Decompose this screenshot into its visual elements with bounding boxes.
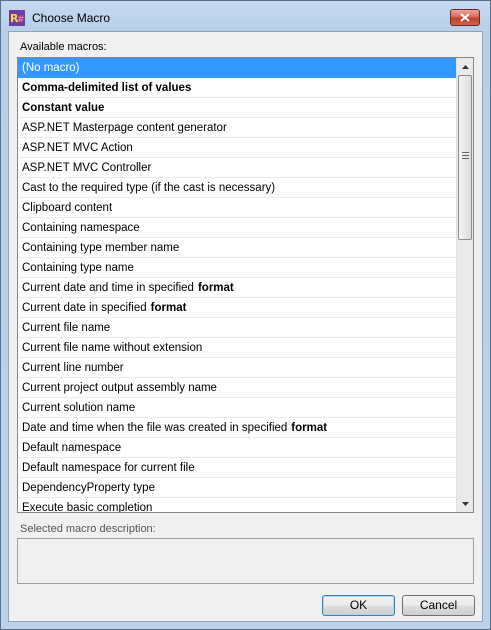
macro-format-keyword: format [197, 282, 234, 294]
macro-label: Current solution name [22, 402, 136, 414]
macro-list-item[interactable]: Containing type member name [18, 238, 456, 258]
macro-label: Current date in specified [22, 302, 147, 314]
macro-label: Execute basic completion [22, 502, 153, 513]
macro-list-item[interactable]: DependencyProperty type [18, 478, 456, 498]
macro-label: ASP.NET Masterpage content generator [22, 122, 227, 134]
chevron-up-icon [461, 64, 469, 69]
ok-button[interactable]: OK [322, 595, 395, 616]
macro-format-keyword: format [150, 302, 187, 314]
scrollbar-thumb[interactable] [458, 75, 472, 240]
macro-label: Clipboard content [22, 202, 113, 214]
macro-format-keyword: format [291, 422, 328, 434]
macro-label: Current date and time in specified [22, 282, 194, 294]
macro-list[interactable]: (No macro) Comma-delimited list of values… [18, 58, 456, 513]
close-icon [460, 13, 470, 22]
title-bar[interactable]: R # Choose Macro [1, 1, 490, 31]
macro-label: ASP.NET MVC Action [22, 142, 133, 154]
macro-label: Current file name [22, 322, 111, 334]
macro-list-item[interactable]: ASP.NET MVC Controller [18, 158, 456, 178]
macro-list-item[interactable]: Constant value [18, 98, 456, 118]
macro-label: DependencyProperty type [22, 482, 155, 494]
macro-label: ASP.NET MVC Controller [22, 162, 152, 174]
svg-text:#: # [17, 15, 25, 25]
macro-list-item[interactable]: Current file name without extension [18, 338, 456, 358]
macro-list-item[interactable]: Default namespace for current file [18, 458, 456, 478]
macro-list-item[interactable]: Current file name [18, 318, 456, 338]
macro-list-item[interactable]: Date and time when the file was created … [18, 418, 456, 438]
macro-list-item[interactable]: Execute basic completion [18, 498, 456, 513]
macro-label: Constant value [22, 102, 105, 114]
macro-list-item[interactable]: ASP.NET Masterpage content generator [18, 118, 456, 138]
grip-icon [462, 152, 469, 159]
macro-label: Containing type member name [22, 242, 180, 254]
macro-list-item[interactable]: Cast to the required type (if the cast i… [18, 178, 456, 198]
macro-description-box [17, 538, 474, 584]
macro-label: Default namespace [22, 442, 122, 454]
resharper-icon: R # [9, 10, 25, 26]
macro-list-item[interactable]: Clipboard content [18, 198, 456, 218]
dialog-content: Available macros: (No macro) Comma-delimi… [8, 31, 483, 622]
macro-list-item[interactable]: Containing type name [18, 258, 456, 278]
macro-list-item[interactable]: Current project output assembly name [18, 378, 456, 398]
macro-label: Current line number [22, 362, 124, 374]
vertical-scrollbar[interactable] [456, 58, 473, 512]
macro-label: Containing type name [22, 262, 134, 274]
macro-list-item[interactable]: Comma-delimited list of values [18, 78, 456, 98]
available-macros-label: Available macros: [20, 41, 107, 53]
choose-macro-dialog: R # Choose Macro Available macros: (No m… [0, 0, 491, 630]
macro-list-item[interactable]: Current date and time in specified format [18, 278, 456, 298]
macro-list-item[interactable]: Default namespace [18, 438, 456, 458]
macro-label: Current project output assembly name [22, 382, 217, 394]
chevron-down-icon [461, 501, 469, 506]
macro-label: (No macro) [22, 62, 80, 74]
close-button[interactable] [450, 9, 480, 26]
macro-label: Default namespace for current file [22, 462, 195, 474]
macro-list-item[interactable]: Current solution name [18, 398, 456, 418]
macro-label: Comma-delimited list of values [22, 82, 192, 94]
macro-list-item[interactable]: Current date in specified format [18, 298, 456, 318]
window-title: Choose Macro [32, 11, 111, 25]
macro-listbox[interactable]: (No macro) Comma-delimited list of values… [17, 57, 474, 513]
scroll-down-button[interactable] [457, 495, 473, 512]
macro-list-item[interactable]: ASP.NET MVC Action [18, 138, 456, 158]
macro-label: Cast to the required type (if the cast i… [22, 182, 276, 194]
macro-list-item[interactable]: (No macro) [18, 58, 456, 78]
macro-label: Containing namespace [22, 222, 140, 234]
macro-label: Current file name without extension [22, 342, 203, 354]
macro-list-item[interactable]: Containing namespace [18, 218, 456, 238]
scroll-up-button[interactable] [457, 58, 473, 75]
selected-macro-description-label: Selected macro description: [20, 523, 156, 535]
macro-list-item[interactable]: Current line number [18, 358, 456, 378]
macro-label: Date and time when the file was created … [22, 422, 288, 434]
cancel-button[interactable]: Cancel [402, 595, 475, 616]
